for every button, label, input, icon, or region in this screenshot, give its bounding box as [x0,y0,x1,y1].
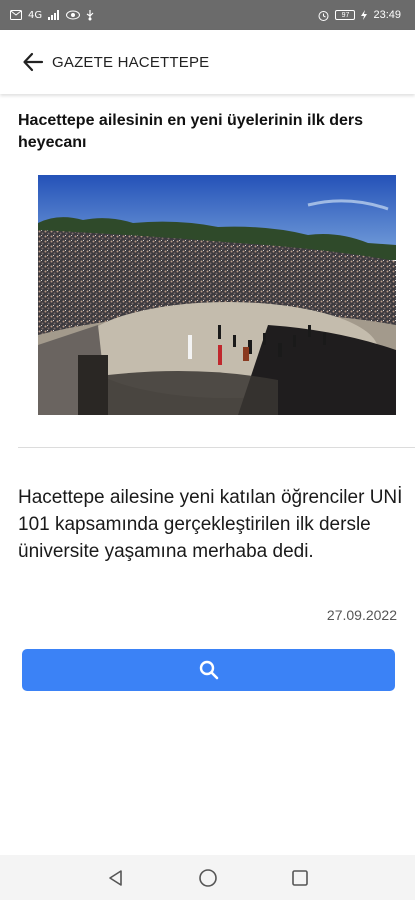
eye-icon [66,10,81,20]
usb-icon [86,9,94,20]
status-left: 4G [10,9,94,21]
search-icon [199,660,218,680]
signal-icon [48,10,60,20]
alarm-icon [318,10,329,21]
article-photo [38,175,396,415]
charging-icon [361,10,368,20]
app-title: GAZETE HACETTEPE [52,53,210,71]
back-button[interactable] [10,39,56,85]
amphitheater-image [38,175,396,415]
network-type: 4G [28,9,43,21]
triangle-back-icon [108,869,122,886]
system-nav-bar [0,855,415,900]
clock: 23:49 [373,9,401,21]
article-summary: Hacettepe ailesine yeni katılan öğrencil… [18,487,403,562]
message-icon [10,10,22,20]
arrow-left-icon [23,52,44,72]
nav-recents-button[interactable] [288,866,312,890]
circle-home-icon [198,868,217,887]
article-date: 27.09.2022 [326,607,397,623]
battery-icon: 97 [335,10,356,20]
app-bar: GAZETE HACETTEPE [0,30,415,94]
square-recents-icon [291,869,308,886]
nav-home-button[interactable] [196,866,220,890]
status-right: 97 23:49 [318,9,401,21]
article-headline: Hacettepe ailesinin en yeni üyelerinin i… [18,112,364,151]
nav-back-button[interactable] [104,866,128,890]
search-button[interactable] [22,649,395,691]
divider [18,447,415,448]
status-bar: 4G 97 23:49 [0,0,415,30]
